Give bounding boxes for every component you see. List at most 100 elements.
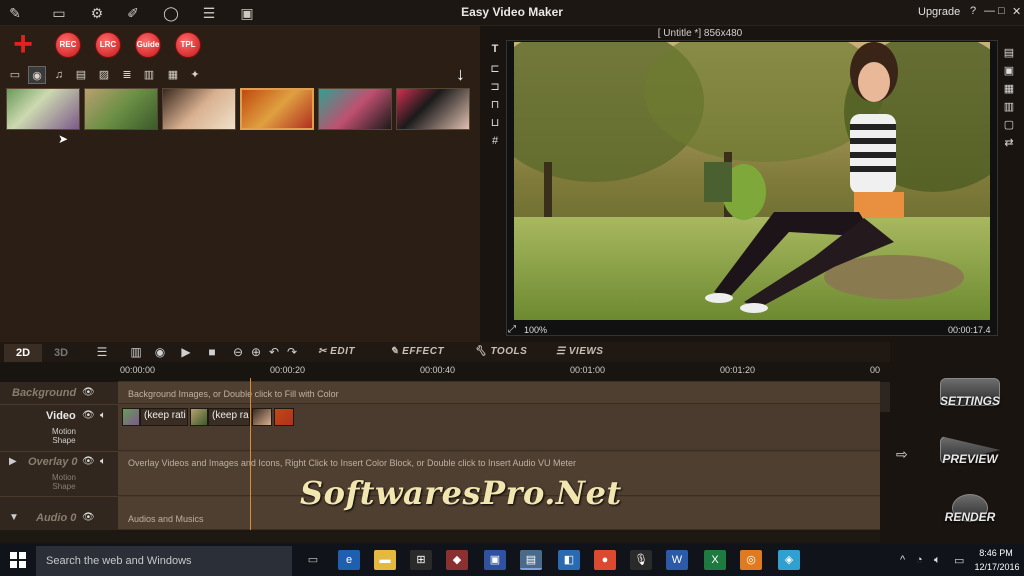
color-tab-icon[interactable]: ▦ [164,66,182,84]
edit-menu[interactable]: ✂ EDIT [318,346,355,357]
windows-start-icon[interactable] [10,552,26,568]
arrow-right-icon[interactable]: ⇨ [896,446,908,463]
tray-chevron-icon[interactable]: ^ [900,554,905,566]
audio-settings-icon[interactable]: ◉ [152,344,168,360]
notification-icon[interactable]: ▭ [954,554,964,567]
clock-time[interactable]: 8:46 PM [976,548,1016,558]
thumbnail[interactable] [318,88,392,130]
align-right-icon[interactable]: ⊐ [488,80,502,94]
window-icon[interactable]: ▣ [1002,64,1016,78]
ruler-corner [0,362,118,382]
fullscreen-icon[interactable]: ⤢ [508,324,516,335]
align-left-icon[interactable]: ⊏ [488,62,502,76]
easy-video-maker-task-icon[interactable]: ▤ [520,550,542,570]
download-arrow-icon[interactable]: ↓ [456,64,465,85]
maximize-button[interactable]: □ [998,5,1005,17]
split-view-icon[interactable]: ▥ [1002,100,1016,114]
tools-menu[interactable]: 🔧︎ TOOLS [474,346,527,357]
text-tool-icon[interactable]: T [488,42,502,56]
motion-label[interactable]: Motion [44,427,84,436]
zoom-in-icon[interactable]: ⊕ [248,344,264,360]
expand-icon[interactable]: ▶ [9,456,17,467]
app-icon[interactable]: ◈ [778,550,800,570]
shape-label[interactable]: Shape [44,436,84,445]
app-icon[interactable]: ◆ [446,550,468,570]
tpl-button[interactable]: TPL [175,32,201,58]
chrome-icon[interactable]: ● [594,550,616,570]
guide-button[interactable]: Guide [135,32,161,58]
motion-label[interactable]: Motion [44,473,84,482]
timeline-ruler[interactable] [118,362,880,382]
stop-icon[interactable]: ■ [204,344,220,360]
lrc-button[interactable]: LRC [95,32,121,58]
image-tab-icon[interactable]: ▨ [95,66,113,84]
store-icon[interactable]: ⊞ [410,550,432,570]
edge-icon[interactable]: e [338,550,360,570]
filmstrip-icon[interactable]: ▥ [128,344,144,360]
task-view-icon[interactable]: ▭ [302,550,324,570]
preview-button[interactable]: PREVIEW [930,436,1010,476]
video-clip-thumb[interactable] [190,408,208,426]
upgrade-link[interactable]: Upgrade [918,6,960,18]
undo-icon[interactable]: ↶ [266,344,282,360]
app-icon[interactable]: ◧ [558,550,580,570]
thumbnail[interactable] [6,88,80,130]
app-icon[interactable]: ◎ [740,550,762,570]
speaker-icon[interactable]: 🔈︎ [100,410,106,421]
eye-icon[interactable]: 👁︎ [82,410,95,421]
list-icon[interactable]: ☰ [94,344,110,360]
render-button[interactable]: RENDER [930,494,1010,534]
zoom-out-icon[interactable]: ⊖ [230,344,246,360]
eye-icon[interactable]: 👁︎ [82,387,95,398]
clock-date[interactable]: 12/17/2016 [970,562,1024,572]
playhead[interactable] [250,378,251,530]
tab-3d[interactable]: 3D [42,344,80,362]
video-tab-icon[interactable]: ▭ [6,66,24,84]
border-icon[interactable]: ▢ [1002,118,1016,132]
thumbnail-selected[interactable] [240,88,314,130]
help-button[interactable]: ? [970,5,976,17]
vertical-scrollbar[interactable] [880,382,890,412]
text-tab-icon[interactable]: ▤ [72,66,90,84]
app-icon[interactable]: ▣ [484,550,506,570]
redo-icon[interactable]: ↷ [284,344,300,360]
word-icon[interactable]: W [666,550,688,570]
volume-icon[interactable]: 🔈︎ [934,554,941,567]
wifi-icon[interactable]: ◔ [916,554,923,566]
add-media-button[interactable]: + [10,27,36,61]
video-clip-thumb[interactable] [252,408,272,426]
thumbnail[interactable] [84,88,158,130]
effects-tab-icon[interactable]: ✦ [186,66,204,84]
film-tab-icon[interactable]: ▥ [140,66,158,84]
tab-2d[interactable]: 2D [4,344,42,362]
photo-tab-icon[interactable]: ◉ [28,66,46,84]
rec-button[interactable]: REC [55,32,81,58]
layout-icon[interactable]: ▤ [1002,46,1016,60]
eye-icon[interactable]: 👁︎ [82,456,95,467]
swap-icon[interactable]: ⇄ [1002,136,1016,150]
minimize-button[interactable]: — [984,5,995,17]
collapse-icon[interactable]: ▼ [9,512,19,523]
eye-icon[interactable]: 👁︎ [82,512,95,523]
grid-icon[interactable]: # [488,134,502,148]
align-bottom-icon[interactable]: ⊔ [488,116,502,130]
shape-label[interactable]: Shape [44,482,84,491]
grid-view-icon[interactable]: ▦ [1002,82,1016,96]
thumbnail[interactable] [396,88,470,130]
effect-menu[interactable]: ✎ EFFECT [390,346,444,357]
file-explorer-icon[interactable]: ▬ [374,550,396,570]
subtitle-tab-icon[interactable]: ≣ [118,66,136,84]
microphone-icon[interactable]: 🎙︎ [630,550,652,570]
align-top-icon[interactable]: ⊓ [488,98,502,112]
horizontal-scrollbar[interactable] [0,530,880,542]
video-clip-thumb[interactable] [274,408,294,426]
music-tab-icon[interactable]: ♫ [50,66,68,84]
thumbnail[interactable] [162,88,236,130]
excel-icon[interactable]: X [704,550,726,570]
speaker-icon[interactable]: 🔈︎ [100,456,106,467]
close-button[interactable]: ✕ [1012,5,1021,18]
settings-button[interactable]: SETTINGS [930,378,1010,418]
views-menu[interactable]: ☰ VIEWS [556,346,603,357]
play-icon[interactable]: ▶ [178,344,194,360]
video-clip-thumb[interactable] [122,408,140,426]
